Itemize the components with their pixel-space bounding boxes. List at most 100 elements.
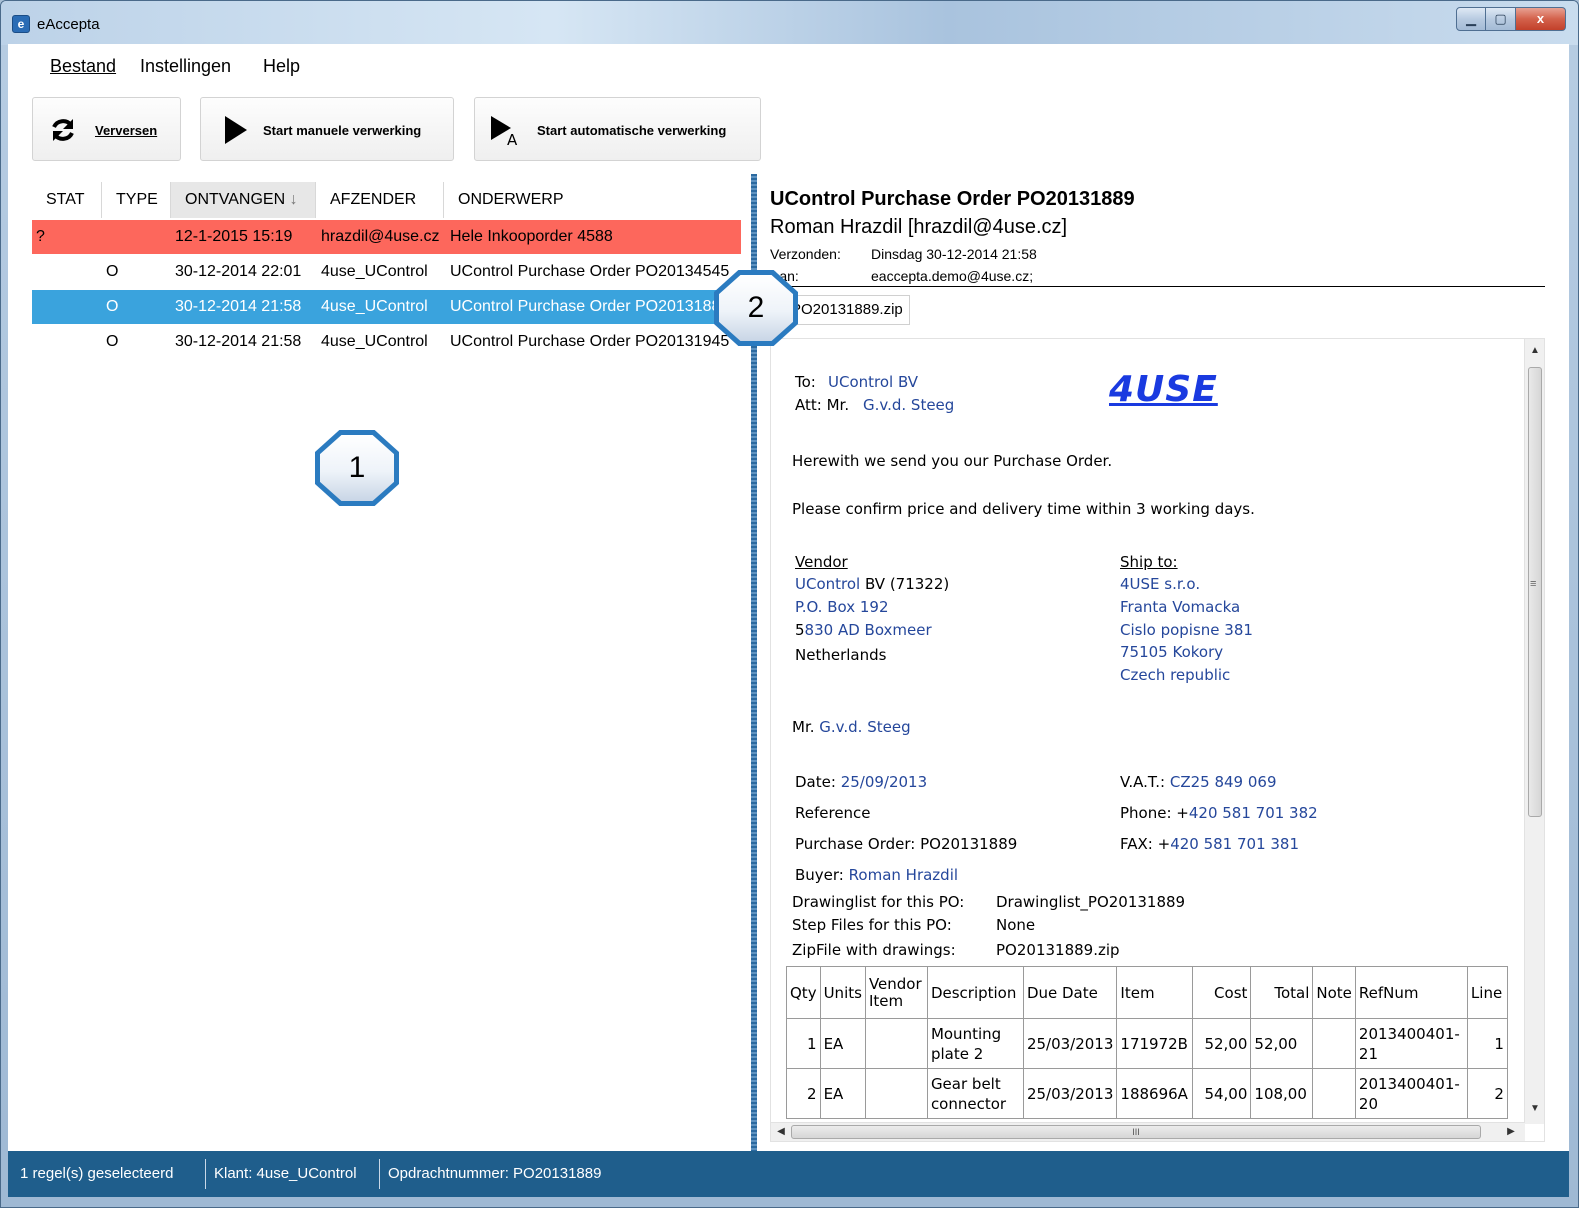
cell-note xyxy=(1312,1018,1356,1069)
sort-descending-icon: ↓ xyxy=(289,191,298,208)
zip-label: ZipFile with drawings: xyxy=(792,941,956,959)
th-description: Description xyxy=(926,966,1024,1019)
status-client: Klant: 4use_UControl xyxy=(214,1165,357,1182)
row-sender: hrazdil@4use.cz xyxy=(321,228,440,245)
doc-date-label: Date: xyxy=(795,773,836,791)
cell-cost: 52,00 xyxy=(1192,1018,1252,1069)
status-bar: 1 regel(s) geselecteerd Klant: 4use_UCon… xyxy=(8,1151,1569,1197)
scroll-up-icon[interactable]: ▲ xyxy=(1525,345,1544,356)
doc-fax-value: 420 581 701 381 xyxy=(1170,835,1300,853)
th-units: Units xyxy=(819,966,866,1019)
column-subject[interactable]: ONDERWERP xyxy=(444,182,741,218)
vendor-name: UControl BV (71322) xyxy=(795,575,949,593)
cell-cost: 54,00 xyxy=(1192,1068,1252,1119)
cell-description: Mounting plate 2 xyxy=(926,1018,1024,1069)
column-type[interactable]: TYPE xyxy=(102,182,171,218)
client-area: Bestand Instellingen Help Verversen Star… xyxy=(8,44,1569,1197)
column-received[interactable]: ONTVANGEN ↓ xyxy=(171,182,316,218)
cell-item: 188696A xyxy=(1116,1068,1194,1119)
horizontal-scroll-thumb[interactable]: III xyxy=(791,1125,1481,1139)
column-sender[interactable]: AFZENDER xyxy=(316,182,444,218)
doc-date-value: 25/09/2013 xyxy=(840,773,928,791)
menu-help[interactable]: Help xyxy=(263,56,300,77)
svg-text:A: A xyxy=(507,131,518,146)
message-row[interactable]: O 30-12-2014 22:01 4use_UControl UContro… xyxy=(32,255,741,289)
cell-due-date: 25/03/2013 xyxy=(1022,1068,1118,1119)
row-sender: 4use_UControl xyxy=(321,298,428,315)
preview-from: Roman Hrazdil [hrazdil@4use.cz] xyxy=(770,216,1068,238)
doc-buyer-label: Buyer: xyxy=(795,866,844,884)
title-bar[interactable]: e eAccepta ▁ ▢ x xyxy=(1,1,1578,45)
cell-item: 171972B xyxy=(1116,1018,1194,1069)
preview-subject: UControl Purchase Order PO20131889 xyxy=(770,188,1135,210)
doc-contact: Mr. G.v.d. Steeg xyxy=(792,718,911,736)
refresh-button[interactable]: Verversen xyxy=(32,97,181,161)
doc-reference: Reference xyxy=(795,804,871,822)
ship-line-5: Czech republic xyxy=(1120,666,1231,684)
doc-vat-value: CZ25 849 069 xyxy=(1169,773,1277,791)
doc-att-label: Att: Mr. xyxy=(795,396,850,414)
doc-intro: Herewith we send you our Purchase Order. xyxy=(792,452,1113,470)
cell-line: 2 xyxy=(1466,1068,1508,1119)
row-received: 30-12-2014 22:01 xyxy=(175,263,302,280)
doc-fax: FAX: +420 581 701 381 xyxy=(1120,835,1299,853)
ship-line-3: Cislo popisne 381 xyxy=(1120,621,1253,639)
doc-to-value: UControl BV xyxy=(828,373,919,391)
scroll-down-icon[interactable]: ▼ xyxy=(1525,1103,1544,1114)
vendor-address-2-prefix: 5 xyxy=(795,621,805,639)
start-manual-button[interactable]: Start manuele verwerking xyxy=(200,97,454,161)
sent-label: Verzonden: xyxy=(770,246,841,262)
minimize-button[interactable]: ▁ xyxy=(1456,7,1486,31)
status-selected: 1 regel(s) geselecteerd xyxy=(20,1165,174,1182)
row-sender: 4use_UControl xyxy=(321,263,428,280)
vertical-scrollbar[interactable]: ▲ ≡ ▼ xyxy=(1524,339,1544,1124)
scroll-right-icon[interactable]: ▶ xyxy=(1501,1126,1521,1137)
message-row[interactable]: O 30-12-2014 21:58 4use_UControl UContro… xyxy=(32,325,741,359)
th-due-date: Due Date xyxy=(1022,966,1118,1019)
start-auto-button[interactable]: A Start automatische verwerking xyxy=(474,97,761,161)
status-order: Opdrachtnummer: PO20131889 xyxy=(388,1165,602,1182)
row-type: O xyxy=(106,298,119,315)
th-qty: Qty xyxy=(786,966,821,1019)
callout-1: 1 xyxy=(315,430,399,506)
play-icon xyxy=(225,116,247,144)
doc-phone-label: Phone: + xyxy=(1120,804,1189,822)
status-separator xyxy=(205,1159,206,1189)
callout-1-label: 1 xyxy=(320,435,394,501)
ship-line-1: 4USE s.r.o. xyxy=(1120,575,1201,593)
doc-vat: V.A.T.: CZ25 849 069 xyxy=(1120,773,1277,791)
vendor-address-2: 5830 AD Boxmeer xyxy=(795,621,932,639)
message-row-selected[interactable]: O 30-12-2014 21:58 4use_UControl UContro… xyxy=(32,290,741,324)
doc-po: Purchase Order: PO20131889 xyxy=(795,835,1017,853)
maximize-button[interactable]: ▢ xyxy=(1486,7,1516,31)
cell-due-date: 25/03/2013 xyxy=(1022,1018,1118,1069)
cell-refnum: 2013400401-20 xyxy=(1354,1068,1468,1119)
horizontal-scrollbar[interactable]: ◀ III ▶ xyxy=(771,1122,1525,1141)
close-button[interactable]: x xyxy=(1516,7,1566,31)
status-separator xyxy=(379,1159,380,1189)
menu-bestand[interactable]: Bestand xyxy=(50,56,116,77)
to-value: eaccepta.demo@4use.cz; xyxy=(871,268,1034,284)
sent-value: Dinsdag 30-12-2014 21:58 xyxy=(871,246,1037,262)
vertical-grip: ≡ xyxy=(1530,578,1537,590)
scroll-left-icon[interactable]: ◀ xyxy=(771,1126,791,1137)
cell-total: 52,00 xyxy=(1250,1018,1314,1069)
column-stat[interactable]: STAT xyxy=(32,182,102,218)
document-preview[interactable]: To: UControl BV Att: Mr. G.v.d. Steeg 4U… xyxy=(770,338,1545,1142)
cell-description: Gear belt connector xyxy=(926,1068,1024,1119)
cell-qty: 2 xyxy=(786,1068,821,1119)
header-divider xyxy=(770,286,1545,287)
menu-instellingen[interactable]: Instellingen xyxy=(140,56,231,77)
cell-line: 1 xyxy=(1466,1018,1508,1069)
attachment-chip[interactable]: PO20131889.zip xyxy=(784,295,910,325)
vendor-name-rest: BV (71322) xyxy=(860,575,950,593)
vertical-scroll-thumb[interactable]: ≡ xyxy=(1528,367,1542,817)
doc-vat-label: V.A.T.: xyxy=(1120,773,1166,791)
vendor-name-link[interactable]: UControl xyxy=(795,575,860,593)
vendor-address-1: P.O. Box 192 xyxy=(795,598,889,616)
zip-value: PO20131889.zip xyxy=(996,941,1120,959)
ship-line-2: Franta Vomacka xyxy=(1120,598,1241,616)
message-row[interactable]: ? 12-1-2015 15:19 hrazdil@4use.cz Hele I… xyxy=(32,220,741,254)
doc-contact-name: G.v.d. Steeg xyxy=(819,718,911,736)
row-subject: UControl Purchase Order PO20134545 xyxy=(450,263,730,280)
